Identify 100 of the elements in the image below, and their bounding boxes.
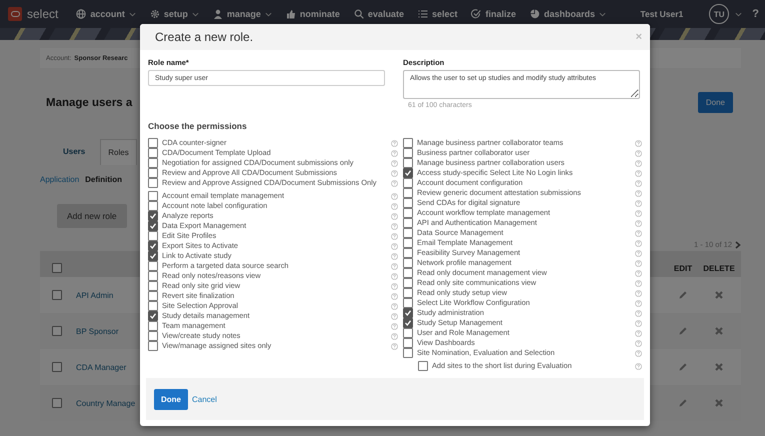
permission-checkbox[interactable] xyxy=(148,261,158,271)
user-avatar[interactable]: TU xyxy=(709,4,730,24)
permission-checkbox[interactable] xyxy=(403,218,413,228)
help-icon[interactable] xyxy=(391,212,398,220)
permission-checkbox[interactable] xyxy=(148,148,158,158)
permission-checkbox[interactable] xyxy=(418,361,428,371)
permission-checkbox[interactable] xyxy=(148,291,158,301)
row-checkbox[interactable] xyxy=(52,398,62,408)
pencil-icon[interactable] xyxy=(678,362,688,372)
permission-checkbox[interactable] xyxy=(403,188,413,198)
add-role-button[interactable]: Add new role xyxy=(57,204,127,228)
sub-tab[interactable]: Application xyxy=(40,175,80,184)
checkbox[interactable] xyxy=(52,263,62,273)
help-icon[interactable] xyxy=(635,362,642,370)
help-icon[interactable] xyxy=(635,200,642,206)
help-icon[interactable] xyxy=(635,280,642,286)
caret-icon[interactable] xyxy=(735,12,742,16)
permission-checkbox[interactable] xyxy=(403,288,413,298)
help-icon[interactable] xyxy=(635,310,642,316)
permission-checkbox[interactable] xyxy=(148,158,158,168)
delete-icon[interactable] xyxy=(714,398,724,408)
delete-icon[interactable] xyxy=(714,290,724,300)
permission-checkbox[interactable] xyxy=(148,241,158,251)
permission-checkbox[interactable] xyxy=(403,298,413,308)
help-icon[interactable] xyxy=(635,180,642,186)
permission-checkbox[interactable] xyxy=(403,268,413,278)
permission-checkbox[interactable] xyxy=(148,301,158,311)
done-button[interactable]: Done xyxy=(154,388,188,410)
help-icon[interactable] xyxy=(635,190,642,196)
row-checkbox[interactable] xyxy=(52,362,62,372)
nav-menu-item[interactable]: setup xyxy=(164,9,188,19)
permission-checkbox[interactable] xyxy=(148,168,158,178)
cancel-link[interactable]: Cancel xyxy=(192,394,217,404)
permission-checkbox[interactable] xyxy=(403,248,413,258)
permission-checkbox[interactable] xyxy=(148,321,158,331)
permission-checkbox[interactable] xyxy=(148,311,158,321)
permission-checkbox[interactable] xyxy=(148,138,158,148)
help-icon[interactable] xyxy=(391,202,398,210)
permission-checkbox[interactable] xyxy=(403,238,413,248)
permission-checkbox[interactable] xyxy=(403,258,413,268)
permission-checkbox[interactable] xyxy=(148,201,158,211)
permission-checkbox[interactable] xyxy=(148,281,158,291)
nav-menu-item[interactable]: finalize xyxy=(485,9,516,19)
permission-checkbox[interactable] xyxy=(403,278,413,288)
help-icon[interactable] xyxy=(391,322,398,330)
help-icon[interactable] xyxy=(391,302,398,310)
permission-checkbox[interactable] xyxy=(403,328,413,338)
help-icon[interactable] xyxy=(391,232,398,240)
help-icon[interactable] xyxy=(635,320,642,326)
permission-checkbox[interactable] xyxy=(148,221,158,231)
help-icon[interactable] xyxy=(391,262,398,270)
help-icon[interactable] xyxy=(635,240,642,246)
permission-checkbox[interactable] xyxy=(148,178,158,188)
help-icon[interactable] xyxy=(391,150,398,156)
permission-checkbox[interactable] xyxy=(148,331,158,341)
delete-icon[interactable] xyxy=(714,362,724,372)
permission-checkbox[interactable] xyxy=(403,208,413,218)
next-page-icon[interactable] xyxy=(735,240,741,248)
help-icon[interactable] xyxy=(391,140,398,146)
permission-checkbox[interactable] xyxy=(403,138,413,148)
help-icon[interactable] xyxy=(635,340,642,346)
help-icon[interactable] xyxy=(635,290,642,296)
delete-icon[interactable] xyxy=(714,326,724,336)
permission-checkbox[interactable] xyxy=(148,271,158,281)
permission-checkbox[interactable] xyxy=(403,168,413,178)
tab[interactable]: Roles xyxy=(100,139,137,165)
help-icon[interactable] xyxy=(635,220,642,226)
done-button[interactable]: Done xyxy=(698,92,733,113)
help-icon[interactable] xyxy=(391,282,398,290)
nav-menu-item[interactable]: dashboards xyxy=(544,9,596,19)
nav-menu-item[interactable]: manage xyxy=(226,9,261,19)
help-icon[interactable] xyxy=(635,300,642,306)
permission-checkbox[interactable] xyxy=(148,191,158,201)
row-checkbox[interactable] xyxy=(52,290,62,300)
nav-menu-item[interactable]: select xyxy=(432,9,458,19)
help-icon[interactable] xyxy=(635,170,642,176)
help-icon[interactable] xyxy=(391,292,398,300)
help-icon[interactable] xyxy=(635,270,642,276)
permission-checkbox[interactable] xyxy=(403,178,413,188)
help-icon[interactable] xyxy=(635,210,642,216)
row-checkbox[interactable] xyxy=(52,326,62,336)
pencil-icon[interactable] xyxy=(678,398,688,408)
permission-checkbox[interactable] xyxy=(148,251,158,261)
help-icon[interactable] xyxy=(391,342,398,350)
permission-checkbox[interactable] xyxy=(403,158,413,168)
pencil-icon[interactable] xyxy=(678,326,688,336)
help-icon[interactable] xyxy=(635,330,642,336)
permission-checkbox[interactable] xyxy=(148,341,158,351)
permission-checkbox[interactable] xyxy=(403,318,413,328)
nav-menu-item[interactable]: evaluate xyxy=(368,9,404,19)
help-icon[interactable] xyxy=(391,252,398,260)
help-icon[interactable] xyxy=(391,192,398,200)
help-icon[interactable] xyxy=(391,332,398,340)
help-icon[interactable] xyxy=(635,160,642,166)
permission-checkbox[interactable] xyxy=(403,308,413,318)
sub-tab[interactable]: Definition xyxy=(85,175,122,184)
help-icon[interactable] xyxy=(635,250,642,256)
help-icon[interactable] xyxy=(635,140,642,146)
help-icon[interactable] xyxy=(635,260,642,266)
nav-menu-item[interactable]: nominate xyxy=(300,9,340,19)
